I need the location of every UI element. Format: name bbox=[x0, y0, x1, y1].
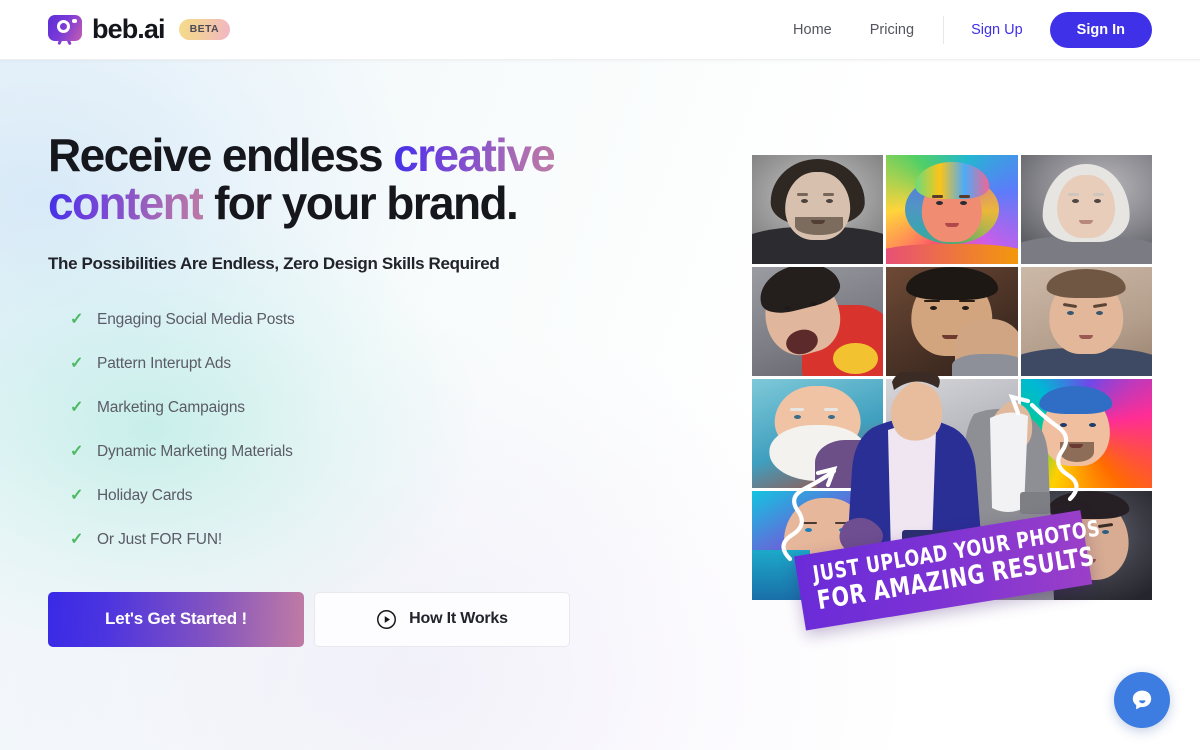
cta-row: Let's Get Started ! How It Works bbox=[48, 591, 668, 647]
chat-widget-button[interactable] bbox=[1114, 672, 1170, 728]
check-icon: ✓ bbox=[70, 486, 84, 504]
benefit-label: Dynamic Marketing Materials bbox=[97, 442, 293, 460]
hero-content: Receive endless creative content for you… bbox=[48, 129, 668, 647]
how-it-works-button[interactable]: How It Works bbox=[314, 591, 570, 647]
portrait-angry-man-beige bbox=[1020, 267, 1152, 376]
sign-in-button[interactable]: Sign In bbox=[1049, 11, 1152, 48]
sign-up-link[interactable]: Sign Up bbox=[954, 22, 1040, 38]
portrait-bearded-man-grayscale bbox=[752, 155, 884, 264]
how-it-works-label: How It Works bbox=[409, 610, 508, 628]
benefit-list: ✓ Engaging Social Media Posts ✓ Pattern … bbox=[48, 298, 668, 562]
portrait-white-haired-elf bbox=[1020, 155, 1152, 264]
list-item: ✓ Engaging Social Media Posts bbox=[48, 298, 668, 342]
headline-highlight-creative: creative bbox=[393, 129, 556, 181]
landing-page: beb.ai BETA Home Pricing Sign Up Sign In… bbox=[0, 0, 1200, 750]
camera-bot-logo-icon bbox=[48, 14, 82, 45]
brand-logo[interactable]: beb.ai BETA bbox=[48, 14, 231, 45]
check-icon: ✓ bbox=[70, 530, 84, 548]
benefit-label: Or Just FOR FUN! bbox=[97, 530, 223, 548]
list-item: ✓ Pattern Interupt Ads bbox=[48, 342, 668, 386]
get-started-button[interactable]: Let's Get Started ! bbox=[48, 591, 304, 647]
site-header: beb.ai BETA Home Pricing Sign Up Sign In bbox=[0, 0, 1200, 60]
chat-bubble-icon bbox=[1132, 690, 1152, 710]
portrait-stern-man-painting bbox=[886, 267, 1018, 376]
check-icon: ✓ bbox=[70, 398, 84, 416]
list-item: ✓ Marketing Campaigns bbox=[48, 386, 668, 430]
nav-divider bbox=[943, 15, 945, 44]
benefit-label: Engaging Social Media Posts bbox=[97, 310, 295, 328]
list-item: ✓ Holiday Cards bbox=[48, 474, 668, 518]
check-icon: ✓ bbox=[70, 354, 84, 372]
brand-name: beb.ai bbox=[92, 14, 166, 44]
headline-part-1: Receive endless bbox=[48, 129, 394, 181]
check-icon: ✓ bbox=[70, 310, 84, 328]
beta-badge: BETA bbox=[178, 19, 231, 40]
nav-link-pricing[interactable]: Pricing bbox=[851, 22, 933, 38]
play-circle-icon bbox=[377, 609, 397, 629]
hero-subheadline: The Possibilities Are Endless, Zero Desi… bbox=[48, 253, 500, 273]
check-icon: ✓ bbox=[70, 442, 84, 460]
list-item: ✓ Dynamic Marketing Materials bbox=[48, 430, 668, 474]
benefit-label: Pattern Interupt Ads bbox=[97, 354, 232, 372]
headline-highlight-content: content bbox=[48, 176, 205, 229]
main-navigation: Home Pricing Sign Up Sign In bbox=[774, 11, 1152, 48]
portrait-popart-rainbow-man bbox=[886, 155, 1018, 264]
benefit-label: Holiday Cards bbox=[97, 486, 193, 504]
list-item: ✓ Or Just FOR FUN! bbox=[48, 518, 668, 562]
benefit-label: Marketing Campaigns bbox=[97, 398, 245, 416]
portrait-shouting-man bbox=[752, 267, 884, 376]
headline-part-3: for your brand. bbox=[202, 176, 519, 229]
nav-link-home[interactable]: Home bbox=[774, 22, 851, 38]
page-title: Receive endless creative content for you… bbox=[48, 129, 608, 229]
